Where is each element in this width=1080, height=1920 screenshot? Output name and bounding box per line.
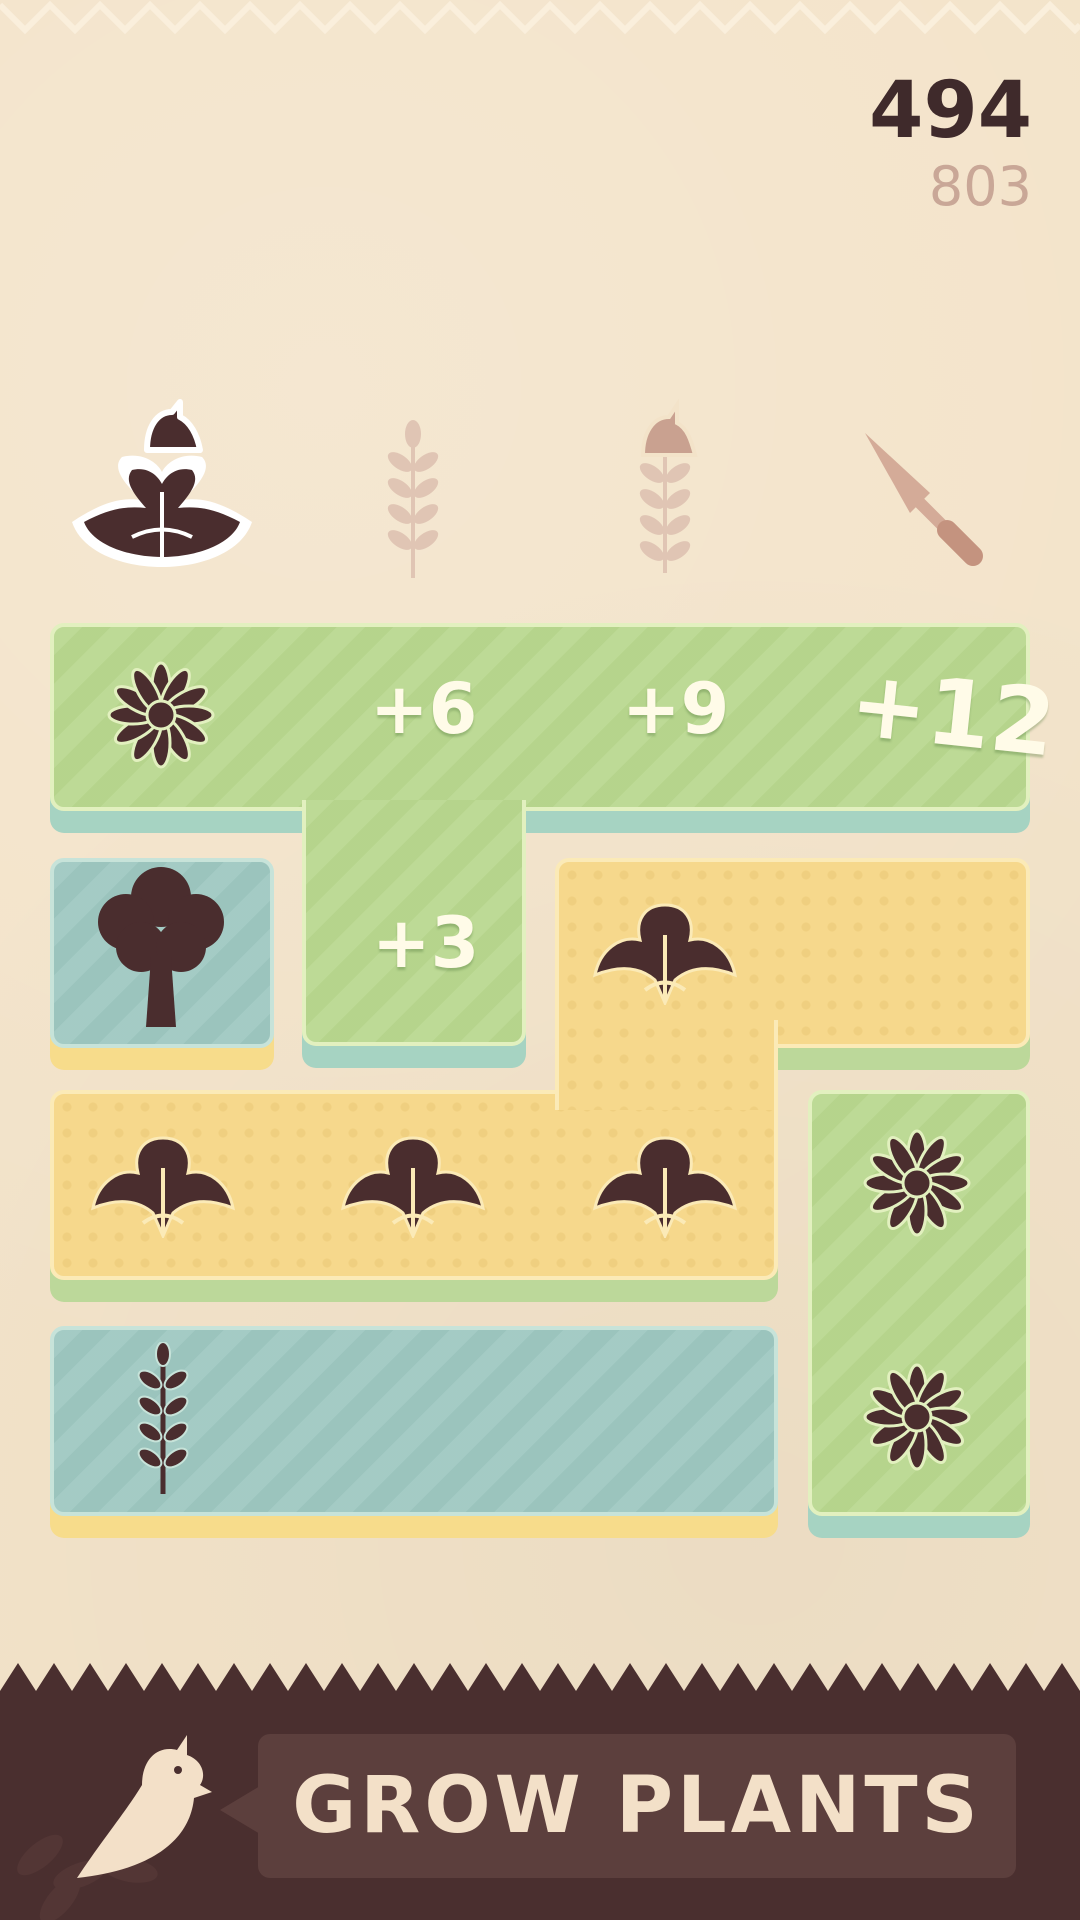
tile-yellow-connector (555, 1020, 778, 1110)
bonus-label: +9 (622, 668, 730, 750)
best-score: 803 (928, 155, 1032, 218)
queue-item-3 (625, 395, 705, 575)
action-banner[interactable]: GROW PLANTS (258, 1734, 1016, 1878)
bonus-label: +12 (844, 649, 1061, 778)
score-panel: 494 803 (869, 72, 1032, 214)
tree-icon (98, 867, 224, 1027)
queue-item-4 (855, 428, 985, 568)
bush-icon (592, 903, 738, 1005)
bonus-label: +3 (372, 902, 480, 984)
queue-item-current[interactable] (62, 372, 262, 572)
queue-item-2 (378, 420, 448, 580)
top-zigzag-border (0, 0, 1080, 35)
bird-on-bush-icon (72, 399, 252, 567)
sprout-icon (137, 1342, 189, 1494)
flower-icon (863, 1129, 971, 1237)
bird-on-sprout-icon (639, 398, 698, 573)
bush-icon (592, 1136, 738, 1238)
current-score: 494 (869, 66, 1032, 156)
bird-mascot-icon (77, 1735, 212, 1878)
banner-tail (220, 1786, 260, 1834)
trowel-icon (865, 433, 983, 566)
action-label: GROW PLANTS (292, 1761, 982, 1851)
bonus-label: +6 (370, 668, 478, 750)
flower-icon (863, 1363, 971, 1471)
bush-icon (90, 1136, 236, 1238)
bush-icon (340, 1136, 486, 1238)
flower-icon (107, 661, 215, 769)
wheat-sprout-icon (387, 420, 439, 578)
